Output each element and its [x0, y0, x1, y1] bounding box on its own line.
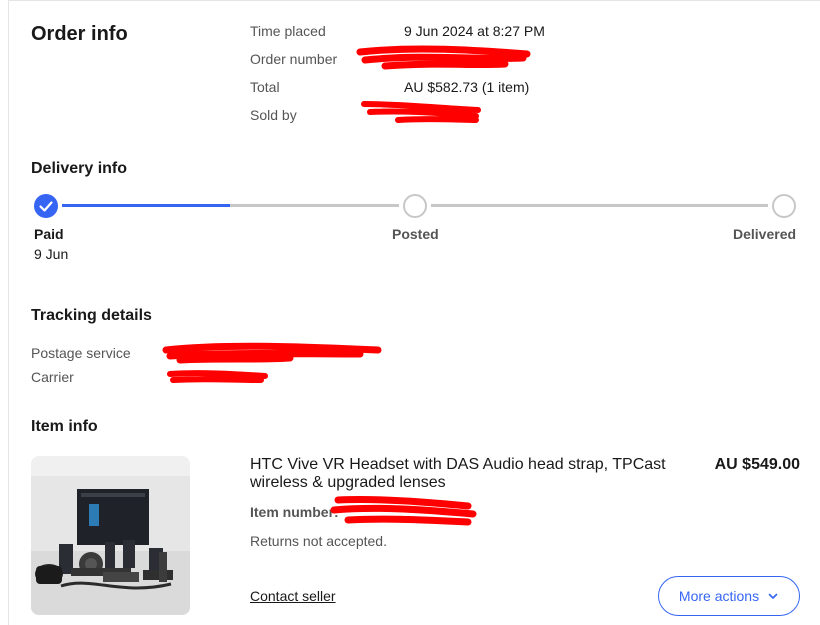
step-posted-label: Posted [392, 226, 439, 242]
item-number-label: Item number: [250, 504, 339, 520]
step-paid-label: Paid [34, 226, 64, 242]
time-placed-label: Time placed [250, 23, 326, 39]
order-number-label: Order number [250, 51, 338, 67]
more-actions-button[interactable]: More actions [658, 576, 800, 616]
progress-track-2 [431, 204, 768, 207]
item-price: AU $549.00 [714, 456, 800, 473]
check-icon [39, 201, 53, 212]
time-placed-value: 9 Jun 2024 at 8:27 PM [404, 23, 545, 39]
chevron-down-icon [768, 593, 778, 599]
step-delivered-label: Delivered [733, 226, 797, 242]
postage-service-label: Postage service [31, 345, 131, 361]
item-thumbnail[interactable] [31, 456, 190, 615]
step-paid-date: 9 Jun [34, 246, 69, 262]
order-info-heading: Order info [31, 23, 128, 45]
item-title-link[interactable]: HTC Vive VR Headset with DAS Audio head … [250, 456, 690, 492]
step-delivered-circle [772, 194, 796, 218]
delivery-info-heading: Delivery info [31, 160, 128, 177]
more-actions-label: More actions [678, 588, 760, 604]
total-value: AU $582.73 (1 item) [404, 79, 530, 95]
contact-seller-link[interactable]: Contact seller [250, 588, 336, 604]
carrier-label: Carrier [31, 369, 74, 385]
item-photo [31, 456, 190, 615]
item-info-heading: Item info [31, 418, 98, 435]
step-paid-circle [34, 194, 58, 218]
progress-track-filled [62, 204, 230, 207]
step-posted-circle [403, 194, 427, 218]
tracking-details-heading: Tracking details [31, 307, 152, 324]
total-label: Total [250, 79, 280, 95]
returns-policy: Returns not accepted. [250, 533, 387, 549]
sold-by-label: Sold by [250, 107, 297, 123]
